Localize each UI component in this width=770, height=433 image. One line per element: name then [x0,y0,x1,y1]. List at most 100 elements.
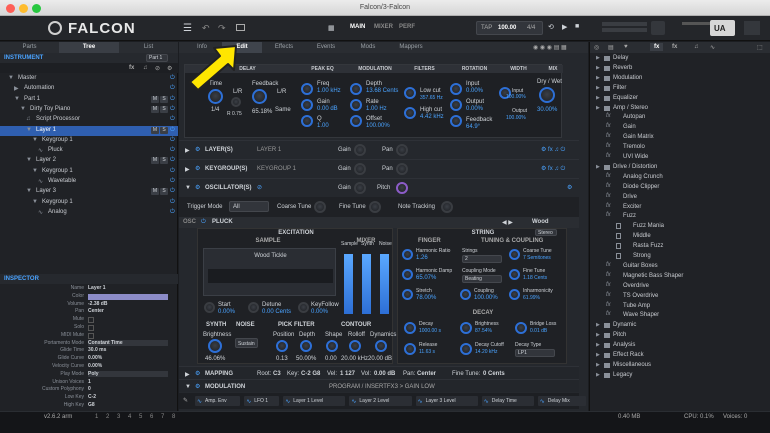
mod-depth-knob[interactable] [350,83,362,95]
tree-expand-icon[interactable]: ▼ [32,168,38,174]
decay-cutoff-knob[interactable] [460,343,472,355]
eq-freq-knob[interactable] [301,83,313,95]
property-value[interactable]: Constant Time [88,339,168,346]
fx-browser-tab[interactable]: fx [650,43,664,51]
tree-expand-icon[interactable]: ▼ [20,106,26,112]
tree-item[interactable]: ▼ Keygroup 1 ⏻ [0,198,178,208]
mod-chip[interactable]: ∿ Layer 1 Level [283,396,346,406]
tab-parts[interactable]: Parts [0,44,59,50]
effect-item[interactable]: fx Wave Shaper [590,311,770,321]
osc-pitch-knob[interactable] [396,182,408,194]
effect-item[interactable]: fx UVI Wide [590,153,770,163]
expand-icon[interactable]: ▶ [596,332,600,338]
page-number[interactable]: 3 [117,414,120,420]
tree-expand-icon[interactable]: ∿ [38,209,43,216]
page-number[interactable]: 2 [106,414,109,420]
play-icon[interactable]: ▶ [562,23,567,31]
modulation-row[interactable]: ▼ ⚙ MODULATION PROGRAM / INSERTFX3 > GAI… [179,379,579,392]
tree-item[interactable]: ▼ Part 1 M S ⏻ [0,95,178,105]
property-value[interactable]: Layer 1 [88,285,106,291]
tree-expand-icon[interactable]: ▶ [14,85,19,92]
layers-row[interactable]: ▶ ⚙ LAYER(S) LAYER 1 Gain Pan ⚙ fx ♫ ⏻ [179,140,579,159]
sample-level-fader[interactable] [344,254,353,314]
effect-item[interactable]: ▶ Miscellaneous [590,361,770,371]
page-number[interactable]: 8 [172,414,175,420]
tab-list[interactable]: List [119,44,178,50]
power-icon[interactable]: ⏻ [170,209,175,216]
fx-filter-icon[interactable]: fx [129,65,134,71]
keygroup-gain-knob[interactable] [354,163,366,175]
preset-name[interactable]: Wood [532,219,549,225]
eq-q-knob[interactable] [301,115,313,127]
harmonic-damp-knob[interactable] [402,269,413,280]
effect-item[interactable]: ▶ Dynamic [590,321,770,331]
link-icon[interactable]: ⊘ [155,65,160,72]
coarse-tune-knob[interactable] [314,201,326,213]
tree-expand-icon[interactable]: ▼ [32,199,38,205]
stretch-knob[interactable] [402,289,413,300]
effect-item[interactable]: ▶ Equalizer [590,94,770,104]
tree-item[interactable]: ▼ Layer 3 M S ⏻ [0,187,178,197]
effect-item[interactable]: fx Guitar Boxes [590,262,770,272]
effect-item[interactable]: fx Tremolo [590,143,770,153]
property-checkbox[interactable] [88,332,94,339]
sample-display[interactable]: Wood Tickle [203,248,336,296]
power-icon[interactable]: ⏻ [170,75,175,82]
stop-icon[interactable]: ■ [575,23,579,30]
property-value[interactable]: 30.0 ms [88,347,106,353]
wrench-icon[interactable]: ✎ [183,397,188,404]
page-number[interactable]: 6 [150,414,153,420]
power-icon[interactable]: ⏻ [170,106,175,113]
layer-pan-knob[interactable] [396,144,408,156]
detune-knob[interactable] [248,302,259,313]
tree-item[interactable]: ▼ Dirty Toy Piano M S ⏻ [0,105,178,115]
expand-icon[interactable]: ▶ [596,164,600,170]
low-cut-knob[interactable] [404,87,416,99]
tab-mods[interactable]: Mods [349,44,387,50]
effect-item[interactable]: Middle [590,232,770,242]
keyfollow-knob[interactable] [298,302,309,313]
effect-item[interactable]: fx Autopan [590,113,770,123]
decay-knob[interactable] [404,322,416,334]
settings-icon[interactable]: ⚙ [167,65,172,72]
position-knob[interactable] [276,340,288,352]
expand-icon[interactable]: ▶ [596,105,600,111]
mute-chip[interactable]: M [151,157,159,165]
coupling-mode-select[interactable]: Beating [462,275,502,283]
power-icon[interactable]: ⏻ [170,85,175,92]
property-value[interactable]: 0 [88,386,91,392]
fx-multi-icon[interactable]: fx [672,44,677,50]
tree-expand-icon[interactable]: ▼ [8,75,14,81]
property-value[interactable]: 1 [88,379,91,385]
dry-wet-knob[interactable] [539,87,555,103]
effect-item[interactable]: ▶ Reverb [590,64,770,74]
view-perf[interactable]: PERF [399,24,415,30]
tree-expand-icon[interactable]: ▼ [26,157,32,163]
mod-offset-knob[interactable] [350,115,362,127]
effect-item[interactable]: fx Magnetic Bass Shaper [590,272,770,282]
uvi-menu-icon[interactable] [744,21,760,35]
effect-item[interactable]: ▶ Amp / Stereo [590,104,770,114]
keygroup-pan-knob[interactable] [396,163,408,175]
mod-chip[interactable]: ∿ Delay Mix [537,396,587,406]
menu-icon[interactable]: ☰ [183,23,192,34]
mute-chip[interactable]: M [151,95,159,103]
power-icon[interactable]: ⏻ [170,178,175,185]
mod-chip[interactable]: ∿ LFO 1 [244,396,280,406]
tree-item[interactable]: ▶ Automation ⏻ [0,84,178,94]
effect-item[interactable]: ▶ Effect Rack [590,351,770,361]
layer-gain-knob[interactable] [354,144,366,156]
solo-chip[interactable]: S [160,105,168,113]
power-icon[interactable]: ⏻ [170,127,175,134]
harmonic-ratio-knob[interactable] [402,249,413,260]
page-number[interactable]: 7 [161,414,164,420]
fine-tune-string-knob[interactable] [509,269,520,280]
sustain-button[interactable]: Sustain [235,338,258,348]
expand-icon[interactable]: ▶ [596,342,600,348]
dynamics-knob[interactable] [375,340,387,352]
view-mixer[interactable]: MIXER [374,24,393,30]
power-icon[interactable]: ⏻ [170,157,175,164]
stereo-toggle[interactable]: Stereo [535,229,557,236]
page-number[interactable]: 4 [128,414,131,420]
strings-select[interactable]: 2 [462,255,502,263]
